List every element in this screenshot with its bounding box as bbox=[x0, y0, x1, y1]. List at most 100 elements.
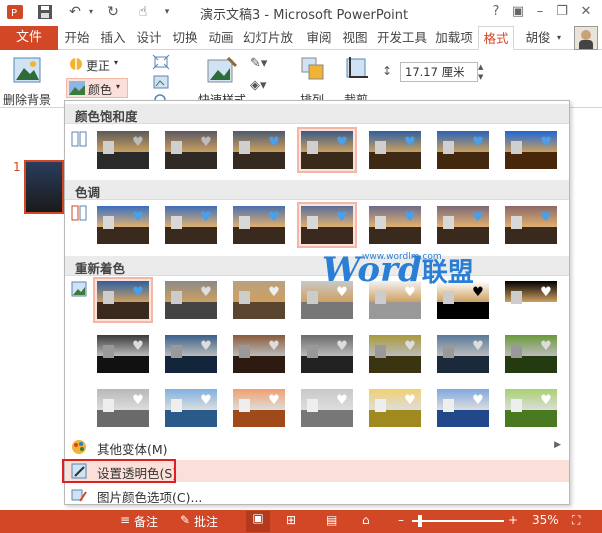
remove-background-button[interactable]: 删除背景 bbox=[3, 91, 51, 108]
color-preset-thumbnail[interactable]: ♥ bbox=[161, 331, 221, 377]
tab-format[interactable]: 格式 bbox=[478, 26, 514, 50]
slide-thumbnail[interactable] bbox=[24, 160, 64, 214]
zoom-out-icon[interactable]: – bbox=[398, 513, 404, 527]
heart-icon: ♥ bbox=[268, 135, 280, 151]
undo-dropdown-icon[interactable]: ▾ bbox=[82, 3, 100, 21]
comments-icon[interactable]: ✎ bbox=[180, 513, 190, 527]
crop-icon[interactable] bbox=[344, 56, 368, 84]
section-title: 色调 bbox=[75, 185, 101, 200]
zoom-slider-thumb[interactable] bbox=[418, 515, 422, 527]
title-bar: P ↶ ▾ ↻ ☝ ▾ 演示文稿3 - Microsoft PowerPoint… bbox=[0, 0, 602, 26]
powerpoint-icon[interactable]: P bbox=[6, 3, 24, 21]
normal-view-icon[interactable]: ▣ bbox=[246, 511, 270, 532]
picture-border-icon[interactable]: ✎▾ bbox=[250, 56, 276, 72]
picture-color-options-item[interactable]: 图片颜色选项(C)... bbox=[65, 484, 569, 506]
slideshow-icon[interactable]: ⌂ bbox=[362, 513, 370, 527]
color-preset-thumbnail[interactable]: ♥ bbox=[161, 127, 221, 173]
preset-lighthouse bbox=[375, 398, 386, 412]
color-preset-thumbnail[interactable]: ♥ bbox=[93, 385, 153, 431]
heart-icon: ♥ bbox=[200, 393, 212, 409]
zoom-slider[interactable] bbox=[412, 520, 504, 522]
color-preset-thumbnail[interactable]: ♥ bbox=[93, 277, 153, 323]
comments-button[interactable]: 批注 bbox=[194, 513, 218, 530]
preset-image: ♥ bbox=[369, 389, 421, 427]
preset-ground bbox=[505, 151, 557, 169]
tab-transitions[interactable]: 切换 bbox=[170, 26, 200, 50]
color-preset-thumbnail[interactable]: ♥ bbox=[93, 202, 153, 248]
color-preset-thumbnail[interactable]: ♥ bbox=[161, 277, 221, 323]
avatar[interactable] bbox=[574, 26, 598, 50]
remove-background-icon[interactable] bbox=[12, 56, 42, 84]
corrections-icon[interactable] bbox=[68, 56, 84, 72]
color-preset-thumbnail[interactable]: ♥ bbox=[501, 331, 561, 377]
height-input[interactable]: 17.17 厘米 bbox=[400, 62, 478, 82]
color-preset-thumbnail[interactable]: ♥ bbox=[365, 385, 425, 431]
color-preset-thumbnail[interactable]: ♥ bbox=[433, 127, 493, 173]
color-preset-thumbnail[interactable]: ♥ bbox=[161, 385, 221, 431]
color-preset-thumbnail[interactable]: ♥ bbox=[297, 331, 357, 377]
color-preset-thumbnail[interactable]: ♥ bbox=[229, 331, 289, 377]
color-preset-thumbnail[interactable]: ♥ bbox=[501, 277, 561, 323]
tab-design[interactable]: 设计 bbox=[134, 26, 164, 50]
color-preset-thumbnail[interactable]: ♥ bbox=[501, 385, 561, 431]
tab-file[interactable]: 文件 bbox=[0, 26, 58, 50]
quick-styles-icon[interactable] bbox=[206, 56, 238, 86]
tab-home[interactable]: 开始 bbox=[62, 26, 92, 50]
color-preset-thumbnail[interactable]: ♥ bbox=[297, 385, 357, 431]
save-icon[interactable] bbox=[36, 3, 54, 21]
preset-lighthouse bbox=[103, 215, 114, 229]
tab-review[interactable]: 审阅 bbox=[304, 26, 334, 50]
help-icon[interactable]: ? bbox=[486, 3, 506, 21]
color-preset-thumbnail[interactable]: ♥ bbox=[501, 202, 561, 248]
color-preset-thumbnail[interactable]: ♥ bbox=[297, 127, 357, 173]
color-preset-thumbnail[interactable]: ♥ bbox=[365, 202, 425, 248]
arrange-icon[interactable] bbox=[300, 56, 326, 84]
color-preset-thumbnail[interactable]: ♥ bbox=[229, 277, 289, 323]
corrections-button[interactable]: 更正 bbox=[86, 57, 110, 74]
restore-icon[interactable]: ❐ bbox=[552, 3, 572, 21]
notes-icon[interactable]: ≡ bbox=[120, 513, 130, 527]
fit-slide-icon[interactable]: ⛶ bbox=[572, 513, 580, 528]
tab-addins[interactable]: 加载项 bbox=[432, 26, 476, 50]
color-preset-thumbnail[interactable]: ♥ bbox=[501, 127, 561, 173]
user-name[interactable]: 胡俊 bbox=[520, 26, 556, 50]
preset-image: ♥ bbox=[505, 281, 557, 319]
zoom-in-icon[interactable]: + bbox=[508, 513, 518, 527]
compress-pictures-icon[interactable] bbox=[152, 54, 170, 70]
color-preset-thumbnail[interactable]: ♥ bbox=[229, 202, 289, 248]
preset-image: ♥ bbox=[505, 131, 557, 169]
zoom-level[interactable]: 35% bbox=[532, 513, 559, 527]
tab-slideshow[interactable]: 幻灯片放 bbox=[240, 26, 296, 50]
color-preset-thumbnail[interactable]: ♥ bbox=[433, 331, 493, 377]
color-preset-thumbnail[interactable]: ♥ bbox=[229, 385, 289, 431]
customize-qat-icon[interactable]: ▾ bbox=[158, 3, 176, 21]
tab-animations[interactable]: 动画 bbox=[206, 26, 236, 50]
change-picture-icon[interactable] bbox=[152, 74, 170, 90]
color-preset-thumbnail[interactable]: ♥ bbox=[93, 127, 153, 173]
corrections-arrow-icon[interactable]: ▾ bbox=[114, 58, 118, 67]
touch-mode-icon[interactable]: ☝ bbox=[134, 3, 152, 21]
color-preset-thumbnail[interactable]: ♥ bbox=[161, 202, 221, 248]
repeat-icon[interactable]: ↻ bbox=[104, 3, 122, 21]
color-preset-thumbnail[interactable]: ♥ bbox=[365, 127, 425, 173]
tab-view[interactable]: 视图 bbox=[340, 26, 370, 50]
color-preset-thumbnail[interactable]: ♥ bbox=[297, 202, 357, 248]
more-variations-item[interactable]: 其他变体(M) ▶ bbox=[65, 436, 569, 458]
ribbon-display-icon[interactable]: ▣ bbox=[508, 3, 528, 21]
slide-sorter-icon[interactable]: ⊞ bbox=[286, 513, 296, 527]
picture-effects-icon[interactable]: ◈▾ bbox=[250, 78, 276, 94]
color-preset-thumbnail[interactable]: ♥ bbox=[229, 127, 289, 173]
minimize-icon[interactable]: – bbox=[530, 3, 550, 21]
color-preset-thumbnail[interactable]: ♥ bbox=[365, 331, 425, 377]
close-icon[interactable]: ✕ bbox=[576, 3, 596, 21]
notes-button[interactable]: 备注 bbox=[134, 513, 158, 530]
height-spinner-icon[interactable]: ▲ ▼ bbox=[478, 62, 488, 82]
tab-insert[interactable]: 插入 bbox=[98, 26, 128, 50]
color-preset-thumbnail[interactable]: ♥ bbox=[433, 202, 493, 248]
tab-developer[interactable]: 开发工具 bbox=[374, 26, 430, 50]
heart-icon: ♥ bbox=[404, 339, 416, 355]
reading-view-icon[interactable]: ▤ bbox=[326, 513, 337, 527]
user-menu-arrow-icon[interactable]: ▾ bbox=[554, 26, 564, 50]
color-preset-thumbnail[interactable]: ♥ bbox=[433, 385, 493, 431]
color-preset-thumbnail[interactable]: ♥ bbox=[93, 331, 153, 377]
